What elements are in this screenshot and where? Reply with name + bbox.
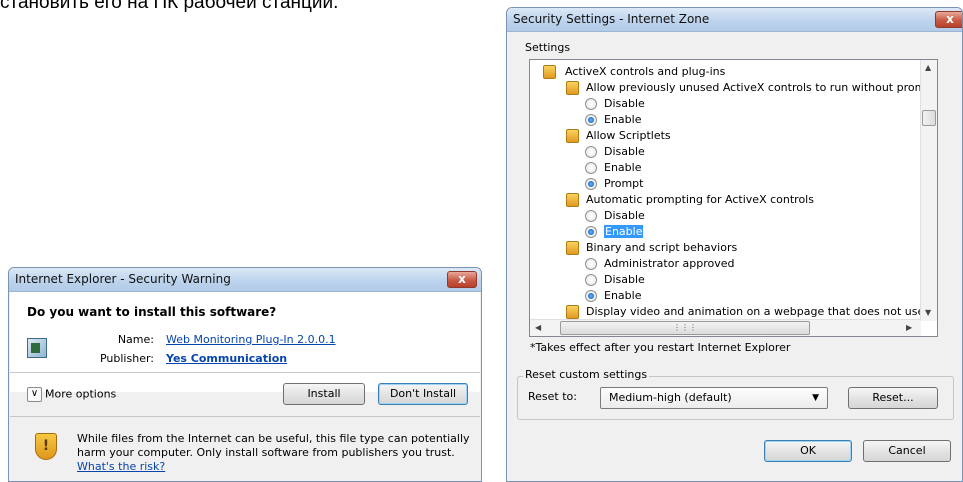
restart-note: *Takes effect after you restart Internet… xyxy=(530,341,791,354)
settings-icon xyxy=(543,65,556,79)
divider xyxy=(10,372,480,373)
warning-text: While files from the Internet can be use… xyxy=(77,432,477,474)
more-options-label: More options xyxy=(45,387,117,401)
security-warning-title: Internet Explorer - Security Warning xyxy=(15,272,231,286)
close-button[interactable]: x xyxy=(935,11,962,28)
page-caption: становить его на ПК рабочей станции. xyxy=(0,0,339,13)
list-item: Allow Scriptlets xyxy=(566,128,671,144)
radio-option[interactable]: Enable xyxy=(585,112,641,128)
security-settings-title: Security Settings - Internet Zone xyxy=(513,12,710,26)
risk-link[interactable]: What's the risk? xyxy=(77,460,165,473)
publisher-link[interactable]: Yes Communication xyxy=(166,352,287,365)
settings-group-label: Settings xyxy=(523,41,573,54)
radio-option[interactable]: Disable xyxy=(585,208,645,224)
settings-icon xyxy=(566,241,579,255)
radio-icon[interactable] xyxy=(585,114,597,126)
settings-list[interactable]: ActiveX controls and plug-ins Allow prev… xyxy=(529,59,938,337)
radio-icon[interactable] xyxy=(585,226,597,238)
radio-option[interactable]: Enable xyxy=(585,224,644,240)
list-item: Binary and script behaviors xyxy=(566,240,737,256)
plugin-icon xyxy=(27,338,47,358)
name-link[interactable]: Web Monitoring Plug-In 2.0.0.1 xyxy=(166,333,336,346)
radio-option[interactable]: Prompt xyxy=(585,176,643,192)
cancel-button[interactable]: Cancel xyxy=(863,440,951,462)
list-item: Display video and animation on a webpage… xyxy=(566,304,924,320)
settings-icon xyxy=(566,305,579,319)
scroll-right-icon[interactable]: ▶ xyxy=(906,323,912,332)
scroll-left-icon[interactable]: ◀ xyxy=(535,323,541,332)
reset-to-label: Reset to: xyxy=(528,390,577,403)
radio-option[interactable]: Enable xyxy=(585,160,641,176)
security-warning-dialog: Internet Explorer - Security Warning x D… xyxy=(8,267,482,482)
publisher-label: Publisher: xyxy=(99,352,154,365)
radio-icon[interactable] xyxy=(585,162,597,174)
list-item: ActiveX controls and plug-ins xyxy=(543,64,725,80)
close-icon: x xyxy=(458,272,466,286)
reset-level-value: Medium-high (default) xyxy=(609,391,732,404)
close-icon: x xyxy=(946,12,954,26)
close-button[interactable]: x xyxy=(447,271,477,288)
security-settings-titlebar[interactable]: Security Settings - Internet Zone x xyxy=(507,8,962,32)
radio-icon[interactable] xyxy=(585,98,597,110)
radio-icon[interactable] xyxy=(585,258,597,270)
scroll-thumb[interactable]: ⋮⋮⋮ xyxy=(560,321,810,335)
radio-option[interactable]: Disable xyxy=(585,272,645,288)
list-item: Allow previously unused ActiveX controls… xyxy=(566,80,925,96)
radio-icon[interactable] xyxy=(585,274,597,286)
list-item: Automatic prompting for ActiveX controls xyxy=(566,192,814,208)
radio-option[interactable]: Disable xyxy=(585,96,645,112)
security-warning-titlebar[interactable]: Internet Explorer - Security Warning x xyxy=(9,268,481,292)
radio-icon[interactable] xyxy=(585,146,597,158)
dropdown-arrow-icon: ▼ xyxy=(812,393,819,403)
scroll-down-icon[interactable]: ▼ xyxy=(925,308,931,317)
radio-icon[interactable] xyxy=(585,178,597,190)
radio-icon[interactable] xyxy=(585,210,597,222)
security-settings-dialog: Security Settings - Internet Zone x Sett… xyxy=(506,7,963,482)
reset-level-select[interactable]: Medium-high (default) ▼ xyxy=(600,387,828,409)
chevron-down-icon: ∨ xyxy=(27,387,42,402)
divider xyxy=(10,416,480,417)
install-button[interactable]: Install xyxy=(283,383,365,405)
radio-option[interactable]: Enable xyxy=(585,288,641,304)
settings-icon xyxy=(566,129,579,143)
radio-option[interactable]: Disable xyxy=(585,144,645,160)
radio-option[interactable]: Administrator approved xyxy=(585,256,734,272)
settings-icon xyxy=(566,193,579,207)
scroll-thumb[interactable] xyxy=(922,110,936,126)
horizontal-scrollbar[interactable]: ◀ ⋮⋮⋮ ▶ xyxy=(530,319,921,336)
settings-icon xyxy=(566,81,579,95)
reset-group-label: Reset custom settings xyxy=(523,368,650,381)
name-label: Name: xyxy=(117,333,154,346)
warning-message: While files from the Internet can be use… xyxy=(77,432,470,459)
install-question: Do you want to install this software? xyxy=(27,305,277,319)
radio-icon[interactable] xyxy=(585,290,597,302)
dont-install-button[interactable]: Don't Install xyxy=(378,383,468,405)
ok-button[interactable]: OK xyxy=(764,440,852,462)
vertical-scrollbar[interactable]: ▲ ▼ xyxy=(920,60,937,321)
warning-shield-icon: ! xyxy=(35,433,57,460)
more-options-toggle[interactable]: ∨ More options xyxy=(27,387,116,402)
reset-button[interactable]: Reset... xyxy=(848,387,938,409)
scroll-up-icon[interactable]: ▲ xyxy=(925,63,931,72)
